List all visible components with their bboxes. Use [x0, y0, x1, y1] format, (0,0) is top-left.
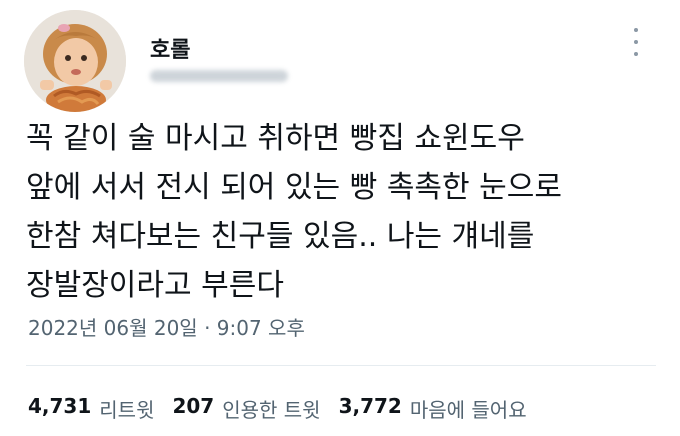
retweet-stat[interactable]: 4,731 리트윗	[28, 394, 154, 423]
avatar[interactable]	[24, 10, 126, 112]
avatar-image	[24, 10, 126, 112]
dot	[634, 52, 638, 56]
like-label: 마음에 들어요	[409, 398, 527, 422]
dot	[634, 40, 638, 44]
tweet: 호롤 꼭 같이 술 마시고 취하면 빵집 쇼윈도우 앞에 서서 전시 되어 있는…	[0, 0, 680, 436]
quote-label: 인용한 트윗	[222, 398, 321, 422]
tweet-text-line: 꼭 같이 술 마시고 취하면 빵집 쇼윈도우	[26, 121, 525, 156]
author-handle-blurred	[150, 70, 288, 82]
quote-stat[interactable]: 207 인용한 트윗	[172, 394, 320, 423]
author-name[interactable]: 호롤	[150, 32, 190, 64]
quote-count: 207	[172, 394, 215, 418]
like-count: 3,772	[338, 394, 402, 418]
retweet-count: 4,731	[28, 394, 92, 418]
tweet-text-line: 앞에 서서 전시 되어 있는 빵 촉촉한 눈으로	[26, 170, 562, 205]
tweet-text: 꼭 같이 술 마시고 취하면 빵집 쇼윈도우 앞에 서서 전시 되어 있는 빵 …	[26, 114, 666, 310]
tweet-timestamp[interactable]: 2022년 06월 20일 · 9:07 오후	[28, 312, 305, 341]
dot	[634, 28, 638, 32]
retweet-label: 리트윗	[99, 398, 155, 422]
tweet-stats: 4,731 리트윗 207 인용한 트윗 3,772 마음에 들어요	[28, 394, 545, 423]
divider	[26, 365, 656, 366]
tweet-text-line: 한참 쳐다보는 친구들 있음.. 나는 걔네를	[26, 219, 535, 254]
like-stat[interactable]: 3,772 마음에 들어요	[339, 394, 527, 423]
more-vertical-icon[interactable]	[630, 28, 642, 56]
tweet-text-line: 장발장이라고 부른다	[26, 268, 284, 303]
